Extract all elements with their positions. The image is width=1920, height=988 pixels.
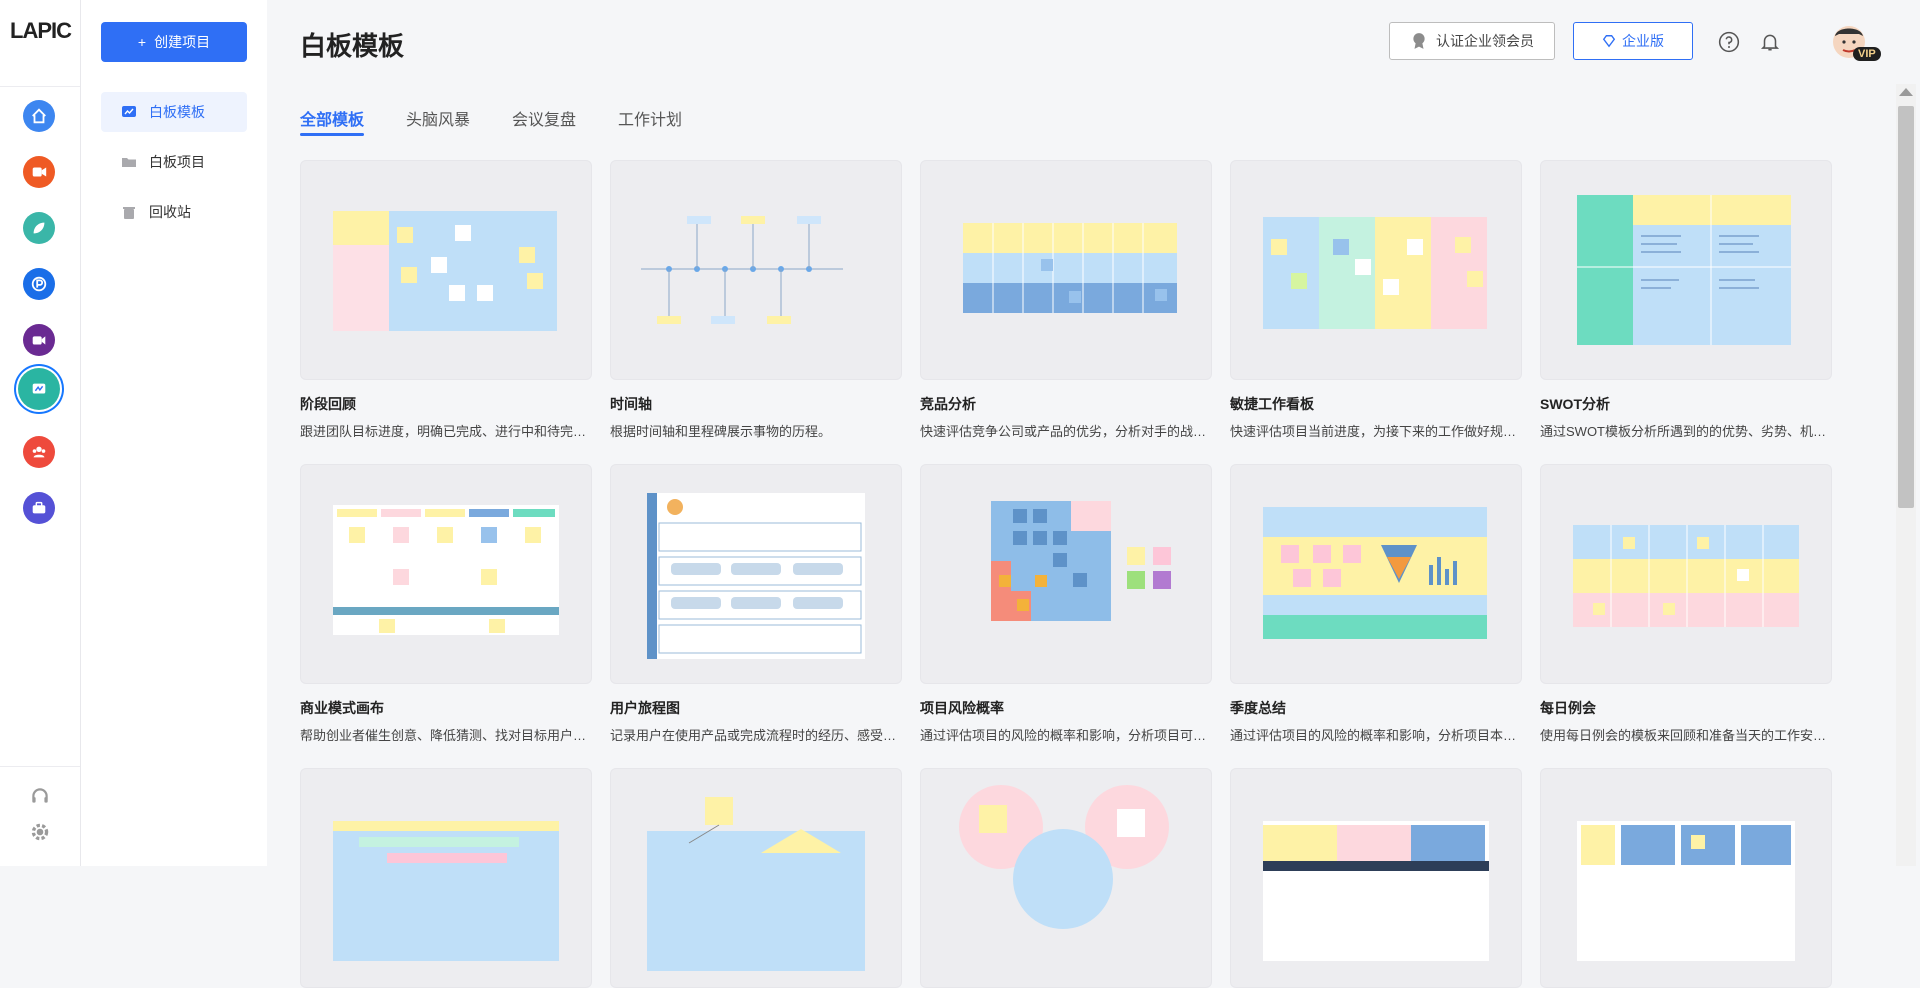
p-app-icon[interactable] bbox=[23, 268, 55, 300]
sidebar-item-label: 白板项目 bbox=[149, 154, 205, 170]
create-project-button[interactable]: + 创建项目 bbox=[101, 22, 247, 62]
template-desc: 根据时间轴和里程碑展示事物的历程。 bbox=[610, 424, 832, 439]
template-title: 敏捷工作看板 bbox=[1230, 396, 1314, 412]
bell-icon[interactable] bbox=[1757, 29, 1783, 55]
divider bbox=[0, 766, 80, 767]
tab-work-plan[interactable]: 工作计划 bbox=[618, 106, 682, 136]
template-title: 商业模式画布 bbox=[300, 700, 384, 716]
template-card[interactable]: 项目风险概率 通过评估项目的风险的概率和影响，分析项目可能面临的问题 bbox=[920, 464, 1212, 744]
diamond-icon bbox=[1602, 35, 1616, 48]
template-card[interactable]: 阶段回顾 跟进团队目标进度，明确已完成、进行中和待完成的工作内容 bbox=[300, 160, 592, 440]
template-card[interactable]: 时间轴 根据时间轴和里程碑展示事物的历程。 bbox=[610, 160, 902, 440]
gear-icon[interactable] bbox=[26, 818, 54, 846]
enterprise-edition-button[interactable]: 企业版 bbox=[1573, 22, 1693, 60]
verify-enterprise-label: 认证企业领会员 bbox=[1436, 33, 1534, 49]
page-title: 白板模板 bbox=[300, 31, 405, 61]
template-thumbnail bbox=[920, 160, 1212, 380]
template-card[interactable] bbox=[1540, 768, 1832, 988]
template-desc: 记录用户在使用产品或完成流程时的经历、感受与痛点 bbox=[610, 728, 902, 743]
briefcase-app-icon[interactable] bbox=[23, 492, 55, 524]
main-content: 白板模板 认证企业领会员 企业版 VIP 全部模板 头脑风暴 会议复盘 工作计划 bbox=[267, 0, 1920, 988]
headset-icon[interactable] bbox=[26, 782, 54, 810]
template-tabs: 全部模板 头脑风暴 会议复盘 工作计划 bbox=[300, 106, 724, 136]
template-desc: 通过评估项目的风险的概率和影响，分析项目本季度的完成情况 bbox=[1230, 728, 1522, 743]
folder-icon bbox=[122, 158, 136, 167]
template-card[interactable]: 商业模式画布 帮助创业者催生创意、降低猜测、找对目标用户、合理解决问题 bbox=[300, 464, 592, 744]
vip-badge: VIP bbox=[1853, 47, 1881, 61]
sidebar-item-whiteboard-projects[interactable]: 白板项目 bbox=[101, 142, 247, 182]
template-thumbnail bbox=[610, 768, 902, 988]
logo[interactable]: LAPIC bbox=[10, 18, 72, 44]
tab-brainstorm[interactable]: 头脑风暴 bbox=[406, 106, 470, 136]
enterprise-edition-label: 企业版 bbox=[1622, 33, 1664, 49]
template-desc: 跟进团队目标进度，明确已完成、进行中和待完成的工作内容 bbox=[300, 424, 592, 439]
template-card[interactable]: 用户旅程图 记录用户在使用产品或完成流程时的经历、感受与痛点 bbox=[610, 464, 902, 744]
plus-icon: + bbox=[137, 34, 147, 50]
app-rail: LAPIC bbox=[0, 0, 81, 866]
template-title: 季度总结 bbox=[1230, 700, 1286, 716]
template-desc: 通过评估项目的风险的概率和影响，分析项目可能面临的问题 bbox=[920, 728, 1212, 743]
template-card[interactable] bbox=[920, 768, 1212, 988]
template-card[interactable]: SWOT分析 通过SWOT模板分析所遇到的的优势、劣势、机会和威胁 bbox=[1540, 160, 1832, 440]
scrollbar-thumb[interactable] bbox=[1898, 106, 1914, 508]
tab-meeting-review[interactable]: 会议复盘 bbox=[512, 106, 576, 136]
scroll-up-arrow-icon[interactable] bbox=[1899, 88, 1913, 96]
template-desc: 帮助创业者催生创意、降低猜测、找对目标用户、合理解决问题 bbox=[300, 728, 592, 743]
template-desc: 通过SWOT模板分析所遇到的的优势、劣势、机会和威胁 bbox=[1540, 424, 1832, 439]
template-thumbnail bbox=[610, 464, 902, 684]
sidebar-item-label: 白板模板 bbox=[149, 104, 205, 120]
whiteboard-icon bbox=[122, 106, 136, 117]
help-icon[interactable] bbox=[1716, 29, 1742, 55]
template-title: 时间轴 bbox=[610, 396, 652, 412]
template-thumbnail bbox=[1540, 464, 1832, 684]
template-title: 每日例会 bbox=[1540, 700, 1596, 716]
sidebar-item-whiteboard-templates[interactable]: 白板模板 bbox=[101, 92, 247, 132]
video-app-icon[interactable] bbox=[23, 156, 55, 188]
template-desc: 快速评估项目当前进度，为接下来的工作做好规划与安排 bbox=[1230, 424, 1522, 439]
template-title: SWOT分析 bbox=[1540, 396, 1610, 412]
camera-app-icon[interactable] bbox=[23, 324, 55, 356]
template-thumbnail bbox=[300, 464, 592, 684]
create-project-label: 创建项目 bbox=[154, 34, 211, 50]
template-card[interactable]: 敏捷工作看板 快速评估项目当前进度，为接下来的工作做好规划与安排 bbox=[1230, 160, 1522, 440]
template-thumbnail bbox=[1230, 768, 1522, 988]
template-thumbnail bbox=[1230, 160, 1522, 380]
tab-all-templates[interactable]: 全部模板 bbox=[300, 106, 365, 136]
template-thumbnail bbox=[300, 160, 592, 380]
template-desc: 使用每日例会的模板来回顾和准备当天的工作安排与计划 bbox=[1540, 728, 1832, 743]
ribbon-badge-icon bbox=[1413, 33, 1425, 49]
team-app-icon[interactable] bbox=[23, 436, 55, 468]
template-desc: 快速评估竞争公司或产品的优劣，分析对手的战略与产品特点 bbox=[920, 424, 1212, 439]
template-card[interactable] bbox=[610, 768, 902, 988]
sidebar: + 创建项目 白板模板 白板项目 回收站 bbox=[81, 0, 267, 866]
leaf-app-icon[interactable] bbox=[23, 212, 55, 244]
template-title: 项目风险概率 bbox=[920, 700, 1004, 716]
template-title: 用户旅程图 bbox=[610, 700, 680, 716]
template-thumbnail bbox=[1540, 768, 1832, 988]
template-card[interactable] bbox=[1230, 768, 1522, 988]
template-thumbnail bbox=[610, 160, 902, 380]
template-title: 阶段回顾 bbox=[300, 396, 356, 412]
template-thumbnail bbox=[920, 768, 1212, 988]
home-app-icon[interactable] bbox=[23, 100, 55, 132]
template-title: 竞品分析 bbox=[920, 396, 976, 412]
trash-icon bbox=[123, 207, 135, 219]
template-card[interactable]: 季度总结 通过评估项目的风险的概率和影响，分析项目本季度的完成情况 bbox=[1230, 464, 1522, 744]
template-card[interactable]: 每日例会 使用每日例会的模板来回顾和准备当天的工作安排与计划 bbox=[1540, 464, 1832, 744]
template-thumbnail bbox=[1230, 464, 1522, 684]
sidebar-item-label: 回收站 bbox=[149, 204, 191, 220]
whiteboard-app-icon[interactable] bbox=[18, 368, 60, 410]
template-thumbnail bbox=[1540, 160, 1832, 380]
template-thumbnail bbox=[920, 464, 1212, 684]
template-card[interactable]: 竞品分析 快速评估竞争公司或产品的优劣，分析对手的战略与产品特点 bbox=[920, 160, 1212, 440]
divider bbox=[0, 86, 80, 87]
sidebar-item-trash[interactable]: 回收站 bbox=[101, 192, 247, 232]
verify-enterprise-button[interactable]: 认证企业领会员 bbox=[1389, 22, 1555, 60]
template-card[interactable] bbox=[300, 768, 592, 988]
template-thumbnail bbox=[300, 768, 592, 988]
